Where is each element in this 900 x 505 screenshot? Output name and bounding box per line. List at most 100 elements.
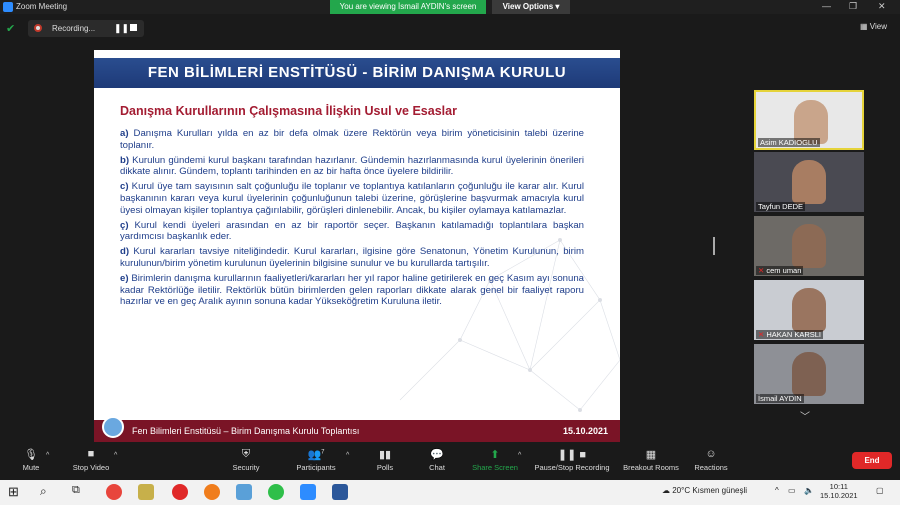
participant-tile[interactable]: İsmail AYDIN	[754, 344, 864, 404]
slide-footer: Fen Bilimleri Enstitüsü – Birim Danışma …	[94, 416, 620, 442]
mute-button[interactable]: 🎙 Mute	[16, 448, 46, 472]
slide-header: FEN BİLİMLERİ ENSTİTÜSÜ - BİRİM DANIŞMA …	[94, 58, 620, 88]
participant-tile[interactable]: Asim KADIOGLU	[754, 90, 864, 150]
weather-text: 20°C Kısmen güneşli	[672, 486, 748, 495]
item-text: Kurul kendi üyeleri arasından en az bir …	[120, 219, 584, 243]
reactions-icon: ☺	[705, 448, 717, 460]
chat-button[interactable]: 💬 Chat	[424, 448, 450, 472]
polls-icon: ▮▮	[378, 449, 392, 461]
view-options-label: View Options	[502, 2, 554, 11]
media-player-icon[interactable]	[138, 484, 154, 500]
taskbar-clock[interactable]: 10:11 15.10.2021	[820, 482, 858, 500]
polls-label: Polls	[376, 463, 394, 472]
participant-video	[792, 288, 826, 332]
remote-desktop-icon[interactable]	[236, 484, 252, 500]
mute-options-chevron[interactable]: ^	[46, 452, 49, 459]
participant-name: Tayfun DEDE	[756, 202, 806, 211]
view-options-button[interactable]: View Options ▾	[492, 0, 570, 14]
stop-video-label: Stop Video	[72, 463, 110, 472]
word-icon[interactable]	[332, 484, 348, 500]
item-text: Kurul üye tam sayısının salt çoğunluğu i…	[120, 181, 584, 216]
stop-video-button[interactable]: ■ Stop Video	[68, 448, 114, 472]
share-screen-label: Share Screen	[472, 463, 518, 472]
security-shield-icon[interactable]: ✔	[6, 22, 18, 36]
security-button[interactable]: ⛨ Security	[228, 448, 264, 472]
breakout-rooms-button[interactable]: ▦ Breakout Rooms	[620, 448, 682, 472]
slide-item: a) Danışma Kurulları yılda en az bir def…	[120, 128, 584, 152]
participants-button[interactable]: 👥7 Participants	[292, 448, 340, 472]
recording-label: Recording...	[52, 24, 96, 33]
pause-recording-button[interactable]: ❚❚ ■ Pause/Stop Recording	[532, 448, 612, 472]
participants-icon: 👥7	[307, 449, 325, 461]
item-key: b)	[120, 154, 130, 166]
search-icon[interactable]: ⌕	[40, 484, 56, 500]
pause-stop-icon: ❚❚ ■	[557, 449, 587, 461]
participant-name-text: cem uman	[766, 266, 802, 275]
speaker-icon[interactable]: 🔈	[804, 486, 814, 495]
pause-recording-label: Pause/Stop Recording	[534, 463, 610, 472]
muted-mic-icon: ✕	[758, 330, 765, 339]
participant-video	[792, 160, 826, 204]
panel-resize-handle[interactable]	[713, 237, 715, 255]
footer-title: Fen Bilimleri Enstitüsü – Birim Danışma …	[132, 426, 360, 436]
pause-recording-icon[interactable]: ❚❚	[114, 23, 129, 34]
minimize-icon[interactable]: —	[822, 1, 831, 11]
microphone-icon: 🎙	[24, 449, 38, 461]
slide-item: c) Kurul üye tam sayısının salt çoğunluğ…	[120, 181, 584, 216]
participant-name: ✕ HAKAN KARSLI	[756, 330, 823, 339]
video-options-chevron[interactable]: ^	[114, 452, 117, 459]
participant-tile[interactable]: ✕ HAKAN KARSLI	[754, 280, 864, 340]
participant-name-text: HAKAN KARSLI	[766, 330, 821, 339]
reactions-button[interactable]: ☺ Reactions	[692, 448, 730, 472]
clock-time: 10:11	[829, 482, 848, 491]
end-meeting-button[interactable]: End	[852, 452, 892, 469]
participant-tile[interactable]: ✕ cem uman	[754, 216, 864, 276]
whatsapp-icon[interactable]	[268, 484, 284, 500]
chat-icon: 💬	[430, 449, 444, 461]
network-icon[interactable]: ▭	[788, 486, 796, 495]
slide-item: e) Birimlerin danışma kurullarının faali…	[120, 273, 584, 308]
participants-options-chevron[interactable]: ^	[346, 452, 349, 459]
view-button[interactable]: ▦ View	[860, 22, 887, 31]
close-icon[interactable]: ✕	[878, 1, 886, 12]
recording-indicator: Recording... ❚❚	[28, 20, 144, 37]
participant-name: Asim KADIOGLU	[758, 138, 820, 147]
institute-logo	[102, 416, 124, 438]
item-key: d)	[120, 246, 130, 258]
shield-icon: ⛨	[241, 448, 251, 460]
zoom-app-icon	[3, 2, 13, 12]
view-button-label: View	[869, 22, 887, 31]
chevron-down-icon[interactable]: ﹀	[800, 408, 810, 423]
opera-icon[interactable]	[172, 484, 188, 500]
recording-dot-icon	[34, 24, 42, 32]
windows-start-icon[interactable]: ⊞	[8, 484, 24, 500]
mute-label: Mute	[22, 463, 40, 472]
restore-icon[interactable]: ❐	[849, 1, 857, 12]
shared-screen-slide: FEN BİLİMLERİ ENSTİTÜSÜ - BİRİM DANIŞMA …	[94, 50, 620, 442]
zoom-taskbar-icon[interactable]	[300, 484, 316, 500]
chrome-icon[interactable]	[106, 484, 122, 500]
window-titlebar: Zoom Meeting You are viewing İsmail AYDI…	[0, 0, 900, 14]
share-screen-icon: ⬆	[490, 449, 500, 461]
share-screen-button[interactable]: ⬆ Share Screen	[470, 448, 520, 472]
weather-widget[interactable]: ☁ 20°C Kısmen güneşli	[662, 486, 747, 495]
cloud-icon: ☁	[662, 486, 670, 495]
stop-recording-icon[interactable]	[130, 24, 137, 31]
item-key: c)	[120, 181, 129, 193]
muted-mic-icon: ✕	[758, 266, 765, 275]
share-options-chevron[interactable]: ^	[518, 452, 521, 459]
task-view-icon[interactable]: ⧉	[72, 484, 88, 500]
item-key: ç)	[120, 219, 129, 231]
video-camera-icon: ■	[87, 448, 95, 460]
participants-label: Participants	[296, 463, 336, 472]
polls-button[interactable]: ▮▮ Polls	[372, 448, 398, 472]
participant-video	[792, 224, 826, 268]
participant-video	[792, 352, 826, 396]
notifications-icon[interactable]: ▢	[876, 486, 884, 495]
item-text: Danışma Kurulları yılda en az bir defa o…	[120, 128, 584, 151]
viewing-banner: You are viewing İsmail AYDIN's screen	[330, 0, 486, 14]
participant-tile[interactable]: Tayfun DEDE	[754, 152, 864, 212]
tray-chevron-icon[interactable]: ^	[775, 486, 779, 495]
firefox-icon[interactable]	[204, 484, 220, 500]
item-key: a)	[120, 128, 129, 139]
